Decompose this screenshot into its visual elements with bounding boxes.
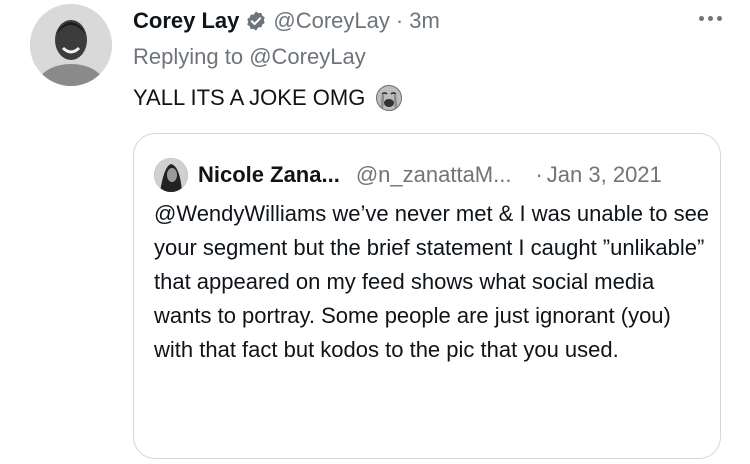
quoted-tweet-header: Nicole Zana... @n_zanattaM... · Jan 3, 2… bbox=[154, 158, 662, 192]
loudly-crying-face-icon bbox=[375, 84, 403, 112]
replying-prefix: Replying to bbox=[133, 44, 244, 69]
quoted-handle: @n_zanattaM... bbox=[355, 162, 512, 187]
quoted-date: Jan 3, 2021 bbox=[546, 162, 662, 187]
more-dots-icon[interactable] bbox=[699, 8, 722, 28]
replying-to-line: Replying to @CoreyLay bbox=[133, 44, 366, 70]
quoted-display-name: Nicole Zana... bbox=[198, 162, 340, 187]
author-avatar[interactable] bbox=[30, 4, 112, 86]
author-handle[interactable]: @CoreyLay bbox=[273, 8, 390, 34]
quoted-author-avatar bbox=[154, 158, 188, 192]
header-separator: · bbox=[395, 8, 404, 33]
quoted-avatar-photo-icon bbox=[154, 158, 188, 192]
quoted-tweet-card[interactable]: Nicole Zana... @n_zanattaM... · Jan 3, 2… bbox=[133, 133, 721, 459]
tweet-text: YALL ITS A JOKE OMG bbox=[133, 85, 366, 110]
avatar-photo-icon bbox=[30, 4, 112, 86]
quoted-separator: · bbox=[535, 162, 543, 187]
tweet-timestamp[interactable]: 3m bbox=[409, 8, 440, 34]
author-display-name[interactable]: Corey Lay bbox=[133, 8, 239, 34]
verified-badge-icon bbox=[245, 10, 267, 32]
quoted-tweet-text: @WendyWilliams we’ve never met & I was u… bbox=[154, 201, 710, 362]
tweet: Corey Lay @CoreyLay · 3m Replying to @Co… bbox=[0, 0, 750, 464]
tweet-body: YALL ITS A JOKE OMG bbox=[133, 84, 403, 112]
tweet-header: Corey Lay @CoreyLay · 3m bbox=[133, 6, 710, 36]
replying-to-handle[interactable]: @CoreyLay bbox=[249, 44, 366, 69]
